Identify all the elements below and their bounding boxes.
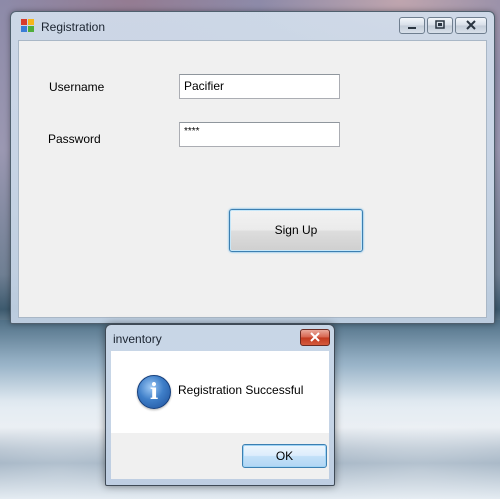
registration-titlebar[interactable]: Registration xyxy=(11,12,494,40)
window-title: Registration xyxy=(41,20,106,34)
close-button[interactable] xyxy=(455,17,487,34)
password-label: Password xyxy=(48,132,101,146)
caption-buttons xyxy=(399,17,487,35)
username-label: Username xyxy=(49,80,105,94)
registration-form: Username Pacifier Password **** Sign Up xyxy=(18,40,487,318)
message-box-close-button[interactable] xyxy=(300,329,330,346)
minimize-button[interactable] xyxy=(399,17,425,34)
maximize-icon xyxy=(435,20,445,29)
message-text: Registration Successful xyxy=(178,383,304,397)
registration-window: Registration Username Pacifier Password … xyxy=(10,11,495,324)
maximize-button[interactable] xyxy=(427,17,453,34)
close-icon xyxy=(310,332,320,342)
signup-button[interactable]: Sign Up xyxy=(229,209,363,252)
app-icon xyxy=(21,19,35,33)
ok-button[interactable]: OK xyxy=(242,444,327,468)
close-icon xyxy=(466,20,476,30)
info-icon: i xyxy=(137,375,171,409)
message-box: inventory i Registration Successful OK xyxy=(105,324,335,486)
message-box-footer: OK xyxy=(111,433,329,479)
message-box-title: inventory xyxy=(113,332,162,346)
minimize-icon xyxy=(408,27,416,29)
username-field[interactable]: Pacifier xyxy=(179,74,340,99)
message-box-body: i Registration Successful xyxy=(111,351,329,433)
password-field[interactable]: **** xyxy=(179,122,340,147)
